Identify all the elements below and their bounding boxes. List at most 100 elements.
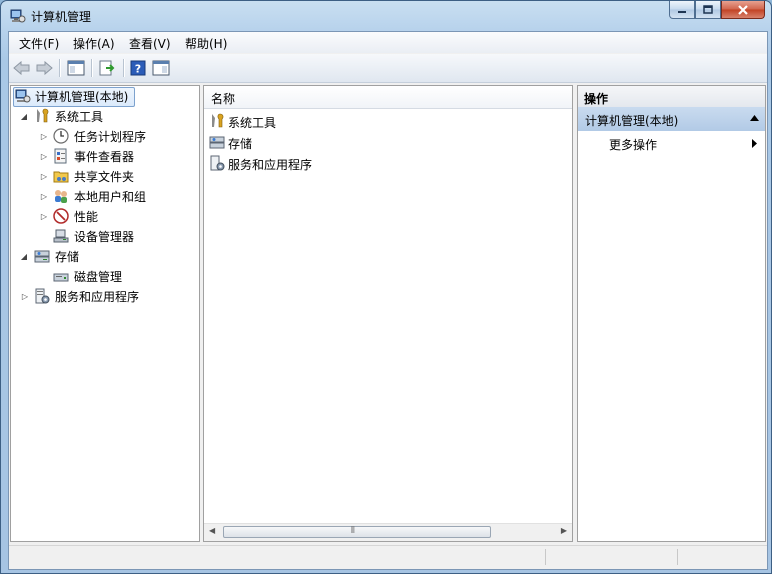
tree-label: 本地用户和组 [74, 190, 147, 204]
tools-icon [212, 113, 224, 128]
menu-view[interactable]: 查看(V) [129, 35, 171, 52]
svg-text:?: ? [135, 63, 141, 76]
collapsed-arrow-icon[interactable]: ▷ [39, 151, 49, 161]
back-arrow-icon [13, 61, 30, 75]
tree-item-task-scheduler[interactable]: ▷ 任务计划程序 [11, 126, 199, 146]
window-title: 计算机管理 [31, 10, 92, 24]
tree-item-local-users[interactable]: ▷ 本地用户和组 [11, 186, 199, 206]
column-header-label: 名称 [211, 92, 236, 106]
scroll-left-icon[interactable]: ◀ [209, 526, 215, 535]
expanded-arrow-icon[interactable]: ◢ [19, 251, 29, 261]
minimize-icon [678, 10, 686, 13]
collapsed-arrow-icon[interactable]: ▷ [39, 171, 49, 181]
scroll-right-icon[interactable]: ▶ [561, 526, 567, 535]
tree-label: 计算机管理(本地) [35, 90, 129, 104]
content-list: 名称 系统工具 存储 服务和应用程序 ◀ ⫴ ▶ [203, 85, 573, 542]
toolbar-separator [123, 59, 125, 77]
tree-label: 存储 [55, 250, 80, 264]
services-icon [35, 288, 50, 304]
actions-title: 操作 [584, 92, 609, 106]
performance-icon [53, 208, 69, 224]
tree-item-storage[interactable]: ◢ 存储 [11, 246, 199, 266]
tree-item-performance[interactable]: ▷ 性能 [11, 206, 199, 226]
list-item-label: 存储 [228, 137, 253, 151]
list-item[interactable]: 服务和应用程序 [208, 153, 508, 173]
status-segment [545, 549, 546, 565]
collapse-up-icon[interactable] [750, 115, 759, 121]
tree-label: 设备管理器 [74, 230, 135, 244]
tree-item-root[interactable]: 计算机管理(本地) [11, 86, 199, 106]
menu-help[interactable]: 帮助(H) [185, 35, 227, 52]
tree-label: 事件查看器 [74, 150, 135, 164]
menu-bar: 文件(F) 操作(A) 查看(V) 帮助(H) [9, 32, 767, 53]
tree-label: 任务计划程序 [74, 130, 147, 144]
title-bar[interactable]: 计算机管理 [1, 1, 771, 31]
column-header-name[interactable]: 名称 [204, 86, 572, 109]
list-item[interactable]: 系统工具 [208, 111, 508, 131]
collapsed-arrow-icon[interactable]: ▷ [39, 131, 49, 141]
export-list-icon [99, 60, 115, 76]
event-viewer-icon [54, 148, 67, 164]
storage-icon [34, 250, 50, 263]
maximize-button[interactable] [695, 1, 721, 19]
close-icon [738, 4, 748, 15]
tree-item-services-apps[interactable]: ▷ 服务和应用程序 [11, 286, 199, 306]
list-item[interactable]: 存储 [208, 132, 508, 152]
actions-group-label: 计算机管理(本地) [585, 114, 679, 128]
scrollbar-thumb[interactable]: ⫴ [223, 526, 491, 538]
menu-action[interactable]: 操作(A) [73, 35, 115, 52]
shared-folder-icon [53, 171, 69, 183]
tree-label: 系统工具 [55, 110, 104, 124]
collapsed-arrow-icon[interactable]: ▷ [20, 291, 30, 301]
device-manager-icon [53, 229, 69, 243]
tree-item-event-viewer[interactable]: ▷ 事件查看器 [11, 146, 199, 166]
tree-label: 服务和应用程序 [55, 290, 140, 304]
toolbar: ? [9, 54, 767, 83]
submenu-arrow-icon [752, 139, 757, 148]
close-button[interactable] [721, 1, 765, 19]
tree-label: 性能 [74, 210, 99, 224]
computer-management-icon [15, 89, 31, 103]
help-button[interactable]: ? [128, 58, 148, 78]
actions-header: 操作 [578, 86, 765, 108]
app-window: 计算机管理 文件(F) 操作(A) 查看(V) 帮助(H) ? 计算机管理(本地… [0, 0, 772, 574]
help-icon: ? [130, 60, 146, 76]
show-hide-console-tree-icon [67, 60, 85, 76]
horizontal-scrollbar[interactable]: ◀ ⫴ ▶ [204, 523, 572, 541]
actions-pane: 操作 计算机管理(本地) 更多操作 [577, 85, 766, 542]
tree-label: 共享文件夹 [74, 170, 135, 184]
tools-icon [37, 108, 49, 123]
forward-button[interactable] [34, 58, 54, 78]
caption-buttons [669, 1, 765, 20]
grip-icon: ⫴ [351, 526, 355, 536]
console-tree: 计算机管理(本地) ◢ 系统工具 ▷ 任务计划程序 ▷ 事件查看器 ▷ 共享文件… [10, 85, 200, 542]
collapsed-arrow-icon[interactable]: ▷ [39, 191, 49, 201]
action-label: 更多操作 [609, 138, 658, 152]
tree-item-system-tools[interactable]: ◢ 系统工具 [11, 106, 199, 126]
back-button[interactable] [12, 58, 32, 78]
maximize-icon [703, 5, 713, 14]
actions-group-header[interactable]: 计算机管理(本地) [578, 107, 765, 131]
disk-icon [53, 273, 69, 282]
minimize-button[interactable] [669, 1, 695, 19]
menu-file[interactable]: 文件(F) [19, 35, 59, 52]
list-item-label: 系统工具 [228, 116, 277, 130]
tree-item-disk-management[interactable]: 磁盘管理 [11, 266, 199, 286]
expanded-arrow-icon[interactable]: ◢ [19, 111, 29, 121]
list-item-label: 服务和应用程序 [228, 158, 313, 172]
forward-arrow-icon [36, 61, 53, 75]
export-list-button[interactable] [97, 58, 117, 78]
clock-icon [53, 128, 69, 144]
status-bar [9, 545, 767, 568]
tree-item-device-manager[interactable]: 设备管理器 [11, 226, 199, 246]
tree-item-shared-folders[interactable]: ▷ 共享文件夹 [11, 166, 199, 186]
show-hide-tree-button[interactable] [66, 58, 86, 78]
users-group-icon [55, 190, 67, 203]
collapsed-arrow-icon[interactable]: ▷ [39, 211, 49, 221]
toolbar-separator [59, 59, 61, 77]
show-hide-action-pane-button[interactable] [151, 58, 171, 78]
storage-icon [209, 136, 225, 149]
computer-management-icon [10, 9, 26, 23]
services-icon [210, 155, 225, 171]
action-more-actions[interactable]: 更多操作 [578, 133, 765, 153]
